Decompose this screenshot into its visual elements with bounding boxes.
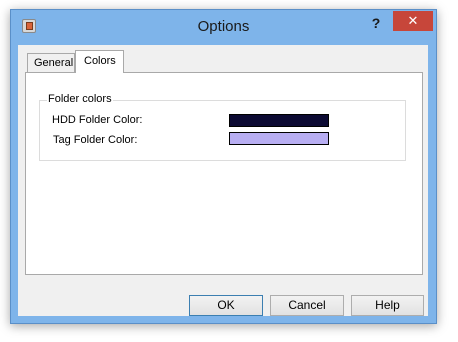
folder-colors-group: Folder colors HDD Folder Color: Tag Fold…	[39, 93, 406, 161]
close-button[interactable]: ✕	[393, 11, 433, 31]
hdd-folder-color-label: HDD Folder Color:	[52, 114, 143, 126]
tab-general[interactable]: General	[27, 53, 75, 72]
ok-button[interactable]: OK	[189, 295, 263, 316]
options-window: Options ? ✕ General Colors Folder colors…	[10, 9, 437, 324]
close-icon: ✕	[407, 13, 419, 28]
colors-tab-panel: Folder colors HDD Folder Color: Tag Fold…	[25, 72, 423, 275]
folder-colors-group-label: Folder colors	[47, 93, 113, 105]
dialog-body: General Colors Folder colors HDD Folder …	[18, 45, 428, 316]
tag-folder-color-swatch[interactable]	[229, 132, 329, 145]
help-titlebar-button[interactable]: ?	[363, 13, 389, 33]
tab-colors[interactable]: Colors	[75, 50, 124, 73]
tag-folder-color-label: Tag Folder Color:	[53, 134, 138, 146]
cancel-button[interactable]: Cancel	[270, 295, 344, 316]
title-bar[interactable]: Options ? ✕	[11, 10, 436, 46]
help-button[interactable]: Help	[351, 295, 424, 316]
hdd-folder-color-swatch[interactable]	[229, 114, 329, 127]
